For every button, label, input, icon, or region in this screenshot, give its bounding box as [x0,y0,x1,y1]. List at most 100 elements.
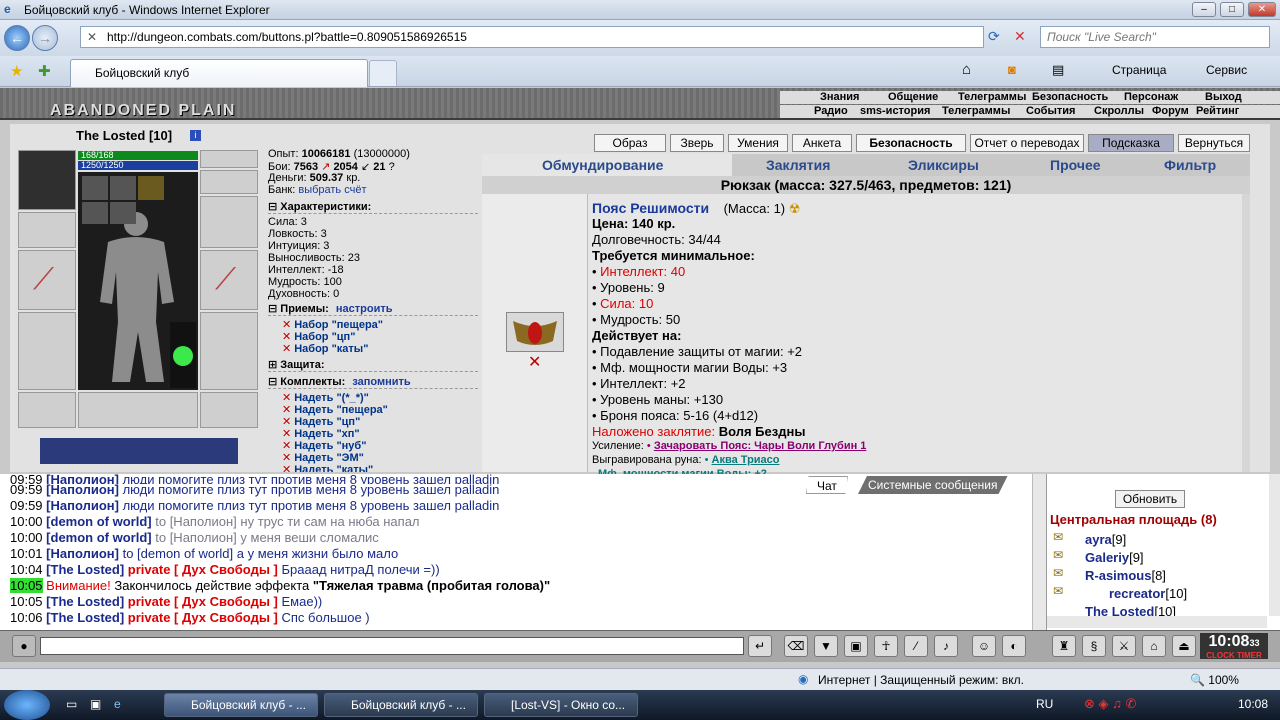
gloves-slot[interactable] [200,196,258,248]
private-msg-icon[interactable]: ✉ [1053,548,1063,562]
exit-icon[interactable]: ⏏ [1172,635,1196,657]
menu-scrolls[interactable]: Скроллы [1094,105,1144,117]
bag-icon[interactable]: ♜ [1052,635,1076,657]
minimize-button[interactable]: – [1192,2,1216,17]
refresh-button[interactable]: Обновить [1115,490,1185,508]
menu-forum[interactable]: Форум [1152,105,1189,117]
menu-communication[interactable]: Общение [888,91,938,103]
room-user[interactable]: ayra[9] [1085,532,1126,547]
menu-security[interactable]: Безопасность [1032,91,1108,103]
send-icon[interactable]: ↵ [748,635,772,657]
helmet-icon[interactable]: ◐ [1002,635,1026,657]
menu-events[interactable]: События [1026,105,1075,117]
profile-button[interactable]: Анкета [792,134,852,152]
belt-item-icon[interactable] [506,312,564,352]
back-button[interactable]: ← [4,25,30,51]
room-vscrollbar[interactable] [1269,474,1280,616]
new-tab-button[interactable] [369,60,397,86]
room-user[interactable]: R-asimous[8] [1085,568,1166,583]
menu-radio[interactable]: Радио [814,105,848,117]
tab-equipment[interactable]: Обмундирование [542,157,663,173]
start-button[interactable] [4,690,50,720]
image-button[interactable]: Образ [594,134,666,152]
earring-slot[interactable] [200,150,258,168]
fighter-icon[interactable]: ☥ [874,635,898,657]
print-icon[interactable]: ▤ [1052,62,1064,78]
menu-telegrams-2[interactable]: Телеграммы [942,105,1010,117]
menu-telegrams[interactable]: Телеграммы [958,91,1026,103]
drop-item-icon[interactable]: ✕ [528,352,541,372]
smiley-icon[interactable]: ☺ [972,635,996,657]
show-desktop-icon[interactable]: ▭ [66,697,77,711]
forward-button[interactable]: → [32,25,58,51]
sound-icon[interactable]: ♪ [934,635,958,657]
language-indicator[interactable]: RU [1036,697,1053,711]
rune-link[interactable]: Аква Триасо [712,454,780,466]
pet-button[interactable]: Зверь [670,134,724,152]
address-input[interactable]: ✕ http://dungeon.combats.com/buttons.pl?… [80,26,984,48]
scroll-icon[interactable]: § [1082,635,1106,657]
chat-scrollbar[interactable] [1032,474,1046,630]
room-hscrollbar[interactable] [1047,616,1267,628]
taskbar-task[interactable]: [Lost-VS] - Окно со... [484,693,638,717]
save-icon[interactable]: ▣ [844,635,868,657]
belt-slot[interactable] [18,392,76,428]
search-input[interactable]: Поиск "Live Search" [1040,26,1270,48]
chat-mode-icon[interactable]: ● [12,635,36,657]
switch-windows-icon[interactable]: ▣ [90,697,101,711]
remove-icon[interactable]: ✕ [282,464,291,472]
techniques-setup-link[interactable]: настроить [336,303,393,315]
chat-input[interactable] [40,637,744,655]
bracer-slot[interactable] [18,212,76,248]
menu-rating[interactable]: Рейтинг [1196,105,1239,117]
boots-slot[interactable] [200,392,258,428]
feeds-icon[interactable]: ◙ [1008,62,1016,77]
boost-link[interactable]: Зачаровать Пояс: Чары Воли Глубин 1 [654,440,867,452]
menu-knowledge[interactable]: Знания [820,91,859,103]
weapon-left-slot[interactable]: ⟋ [18,250,76,310]
bank-link[interactable]: выбрать счёт [298,184,366,196]
taskbar-task[interactable]: Бойцовский клуб - ... [164,693,318,717]
favorites-star-icon[interactable]: ★ [10,62,23,80]
item-name[interactable]: Пояс Решимости [592,200,709,216]
tab-filter[interactable]: Фильтр [1164,157,1216,173]
characteristics-header[interactable]: ⊟ Характеристики: [268,200,478,214]
security-zone[interactable]: Интернет | Защищенный режим: вкл. [818,673,1024,687]
private-msg-icon[interactable]: ✉ [1053,584,1063,598]
refresh-icon[interactable]: ⟳ [988,28,1000,45]
stop-icon[interactable]: ✕ [1014,28,1026,45]
lock-icon[interactable]: ⌂ [1142,635,1166,657]
private-msg-icon[interactable]: ✉ [1053,530,1063,544]
zoom-level[interactable]: 🔍 100% [1190,673,1239,687]
clear-icon[interactable]: ⌫ [784,635,808,657]
tray-icons[interactable]: ⊗ ◈ ♫ ✆ [1084,696,1136,712]
necklace-slot[interactable] [200,170,258,194]
battle-icon[interactable]: ⚔ [1112,635,1136,657]
armor-slot[interactable] [18,312,76,390]
sets-header[interactable]: ⊟ Комплекты: запомнить [268,375,478,389]
slash-icon[interactable]: ⁄ [904,635,928,657]
tab-system-messages[interactable]: Системные сообщения [858,476,1008,494]
filter-icon[interactable]: ▼ [814,635,838,657]
room-user[interactable]: recreator[10] [1109,586,1187,601]
close-button[interactable]: ✕ [1248,2,1276,17]
room-user[interactable]: Galeriy[9] [1085,550,1144,565]
info-icon[interactable]: i [190,130,201,141]
menu-character[interactable]: Персонаж [1124,91,1178,103]
ie-quicklaunch-icon[interactable]: e [114,697,121,711]
transfers-report-button[interactable]: Отчет о переводах [970,134,1084,152]
inventory-scrollbar[interactable] [1242,194,1250,472]
quickslots-bar[interactable] [40,438,238,464]
weapon-right-slot[interactable]: ⟋ [200,250,258,310]
taskbar-task[interactable]: Бойцовский клуб - ... [324,693,478,717]
sets-remember-link[interactable]: запомнить [352,376,410,388]
set-item[interactable]: ✕ Надеть "каты" [282,463,373,472]
techniques-header[interactable]: ⊟ Приемы: настроить [268,302,478,316]
security-button[interactable]: Безопасность [856,134,966,152]
room-user[interactable]: The Losted[10] [1085,604,1176,616]
remove-icon[interactable]: ✕ [282,343,291,355]
tab-spells[interactable]: Заклятия [766,157,830,173]
tools-menu[interactable]: Сервис [1206,63,1247,77]
tab-other[interactable]: Прочее [1050,157,1101,173]
page-menu[interactable]: Страница [1112,63,1166,77]
